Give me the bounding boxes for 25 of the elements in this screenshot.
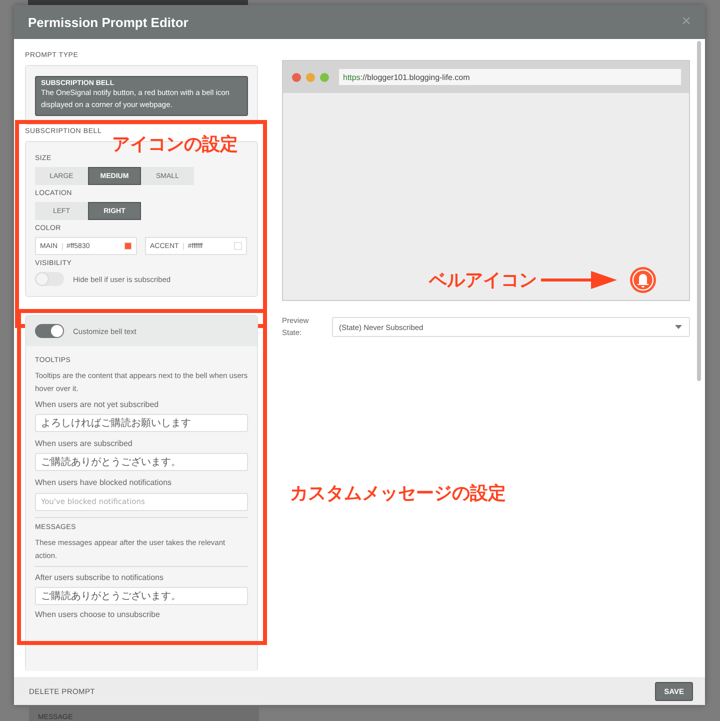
toggle-switch[interactable]: [35, 272, 64, 286]
field-label: When users are not yet subscribed: [35, 400, 160, 409]
annotation-label: カスタムメッセージの設定: [290, 482, 506, 505]
window-title: Permission Prompt Editor: [28, 14, 188, 30]
field-label: When users choose to unsubscribe: [35, 610, 161, 618]
field-label: After users subscribe to notifications: [35, 572, 165, 582]
annotation-label: アイコンの設定: [112, 133, 238, 156]
color-swatch[interactable]: [124, 242, 132, 250]
text-field[interactable]: ご購読ありがとうございます。: [35, 453, 248, 471]
text-field[interactable]: よろしければご購読お願いします: [35, 414, 248, 432]
color-swatch[interactable]: [234, 242, 242, 250]
toggle-switch[interactable]: [35, 324, 64, 338]
caret-icon: [675, 325, 682, 329]
field-label: When users are subscribed: [35, 439, 134, 448]
text-field[interactable]: ご購読ありがとうございます。: [35, 586, 248, 604]
annotation-label: ベルアイコン: [429, 269, 537, 292]
window-dot-icon: [306, 72, 315, 82]
address-bar[interactable]: https://blogger101.blogging-life.com: [339, 69, 681, 85]
field-label: When users have blocked notifications: [35, 478, 173, 487]
arrow-icon: [541, 271, 617, 289]
url-text: https://blogger101.blogging-life.com: [343, 72, 470, 82]
bell-icon[interactable]: [629, 266, 657, 294]
window-dot-icon: [320, 72, 329, 82]
scrollbar[interactable]: [697, 41, 701, 381]
window-dot-icon: [292, 72, 301, 82]
